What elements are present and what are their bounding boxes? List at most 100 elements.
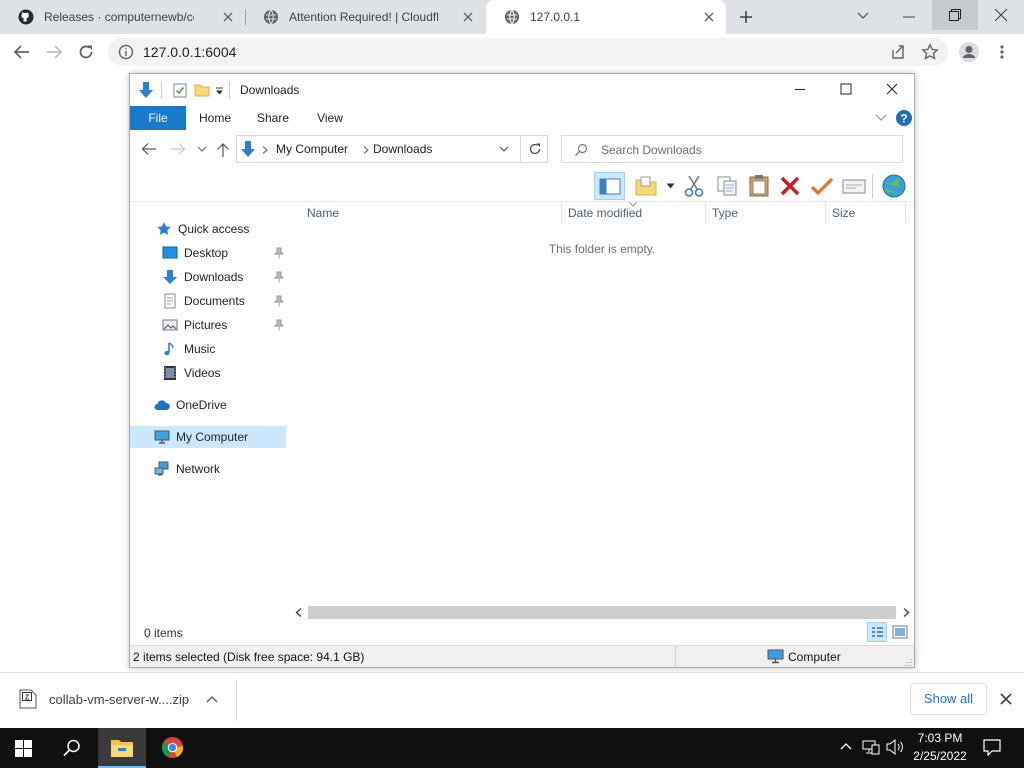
forward-icon[interactable] <box>45 44 63 60</box>
download-options-icon[interactable] <box>206 695 218 703</box>
close-window-icon[interactable] <box>994 8 1008 22</box>
new-folder-dropdown-icon[interactable] <box>666 183 675 189</box>
volume-icon[interactable] <box>886 739 904 755</box>
qat-dropdown-icon[interactable] <box>215 87 224 95</box>
nav-desktop[interactable]: Desktop <box>130 242 288 264</box>
nav-network[interactable]: Network <box>130 458 288 480</box>
close-icon[interactable] <box>461 10 475 24</box>
cut-icon[interactable] <box>683 174 705 198</box>
nav-music[interactable]: Music <box>130 338 288 360</box>
search-icon[interactable] <box>63 739 81 757</box>
column-size[interactable]: Size <box>832 206 855 220</box>
column-divider[interactable] <box>905 202 906 224</box>
windows-start-icon[interactable] <box>15 740 32 757</box>
scroll-right-icon[interactable] <box>903 608 910 617</box>
back-icon[interactable] <box>13 44 31 60</box>
tab-home[interactable]: Home <box>192 106 238 130</box>
details-view-button[interactable] <box>867 622 887 642</box>
info-icon[interactable] <box>118 44 134 60</box>
search-placeholder: Search Downloads <box>601 143 702 157</box>
network-status-icon[interactable] <box>862 739 880 755</box>
restore-button[interactable] <box>932 0 978 30</box>
column-date-modified[interactable]: Date modified <box>568 206 642 220</box>
tab-label: Attention Required! | Cloudflare <box>289 10 439 24</box>
close-shelf-icon[interactable] <box>1000 693 1012 705</box>
tab-localhost[interactable]: 127.0.0.1 <box>486 0 726 34</box>
rename-check-icon[interactable] <box>810 176 834 196</box>
column-divider[interactable] <box>825 202 826 224</box>
new-folder-icon[interactable] <box>194 83 210 97</box>
horizontal-scrollbar[interactable] <box>292 604 914 621</box>
show-hidden-icons-icon[interactable] <box>840 742 852 750</box>
profile-icon[interactable] <box>958 41 980 63</box>
tab-search-icon[interactable] <box>856 8 870 22</box>
preview-pane-button[interactable] <box>594 172 625 200</box>
tab-share[interactable]: Share <box>250 106 296 130</box>
clock-date[interactable]: 2/25/2022 <box>909 749 971 763</box>
clock-time[interactable]: 7:03 PM <box>909 731 971 745</box>
column-divider[interactable] <box>561 202 562 224</box>
forward-icon[interactable] <box>170 142 186 156</box>
column-name[interactable]: Name <box>307 206 339 220</box>
nav-label: Quick access <box>178 222 250 236</box>
tab-releases[interactable]: Releases · computernewb/collab-vm <box>0 0 245 34</box>
properties-icon[interactable] <box>173 83 187 98</box>
nav-documents[interactable]: Documents <box>130 290 288 312</box>
help-icon[interactable]: ? <box>895 109 913 127</box>
back-icon[interactable] <box>141 142 157 156</box>
ribbon-expand-icon[interactable] <box>875 114 887 122</box>
nav-onedrive[interactable]: OneDrive <box>130 394 288 416</box>
minimize-icon[interactable] <box>794 83 806 95</box>
pin-icon[interactable] <box>274 319 284 331</box>
large-icons-view-icon[interactable] <box>892 625 908 639</box>
tab-cloudflare[interactable]: Attention Required! | Cloudflare <box>245 0 485 34</box>
chrome-icon[interactable] <box>161 736 184 759</box>
show-all-button[interactable]: Show all <box>910 683 987 715</box>
paste-icon[interactable] <box>748 173 770 197</box>
delete-icon[interactable] <box>780 176 800 196</box>
reload-icon[interactable] <box>77 43 95 61</box>
pin-icon[interactable] <box>274 295 284 307</box>
tab-view[interactable]: View <box>307 106 353 130</box>
recent-locations-icon[interactable] <box>197 145 207 153</box>
breadcrumb-downloads[interactable]: Downloads <box>373 142 432 156</box>
nav-downloads[interactable]: Downloads <box>130 266 288 288</box>
resize-grip-icon[interactable] <box>903 657 912 666</box>
minimize-icon[interactable] <box>902 10 916 24</box>
search-box[interactable]: Search Downloads <box>561 135 903 163</box>
new-folder-icon[interactable] <box>635 175 657 197</box>
pin-icon[interactable] <box>274 247 284 259</box>
pin-icon[interactable] <box>274 271 284 283</box>
notifications-icon[interactable] <box>983 739 1001 756</box>
scroll-left-icon[interactable] <box>295 608 302 617</box>
close-icon[interactable] <box>886 83 898 95</box>
nav-my-computer[interactable]: My Computer <box>130 426 286 448</box>
address-dropdown-icon[interactable] <box>499 146 509 153</box>
refresh-button[interactable] <box>520 135 548 163</box>
nav-pictures[interactable]: Pictures <box>130 314 288 336</box>
nav-videos[interactable]: Videos <box>130 362 288 384</box>
properties-card-icon[interactable] <box>842 177 866 195</box>
restore-icon <box>949 9 961 21</box>
address-bar[interactable]: My Computer Downloads <box>236 135 524 163</box>
scrollbar-thumb[interactable] <box>308 606 896 619</box>
menu-dots-icon[interactable] <box>999 44 1005 60</box>
bookmark-star-icon[interactable] <box>921 43 939 61</box>
share-icon[interactable] <box>890 44 906 60</box>
desktop-icon <box>162 246 178 259</box>
tab-file[interactable]: File <box>130 106 186 130</box>
up-icon[interactable] <box>216 142 230 158</box>
column-divider[interactable] <box>705 202 706 224</box>
column-type[interactable]: Type <box>712 206 738 220</box>
taskbar-explorer-button[interactable] <box>98 728 146 768</box>
globe-icon[interactable] <box>881 173 907 199</box>
close-icon[interactable] <box>221 10 235 24</box>
close-icon[interactable] <box>702 10 716 24</box>
breadcrumb-my-computer[interactable]: My Computer <box>276 142 348 156</box>
new-tab-icon[interactable] <box>738 9 754 25</box>
file-explorer-icon <box>111 740 133 757</box>
copy-icon[interactable] <box>716 175 738 197</box>
nav-quick-access[interactable]: Quick access <box>130 218 288 240</box>
maximize-icon[interactable] <box>840 83 852 95</box>
download-filename[interactable]: collab-vm-server-w....zip <box>49 692 189 707</box>
